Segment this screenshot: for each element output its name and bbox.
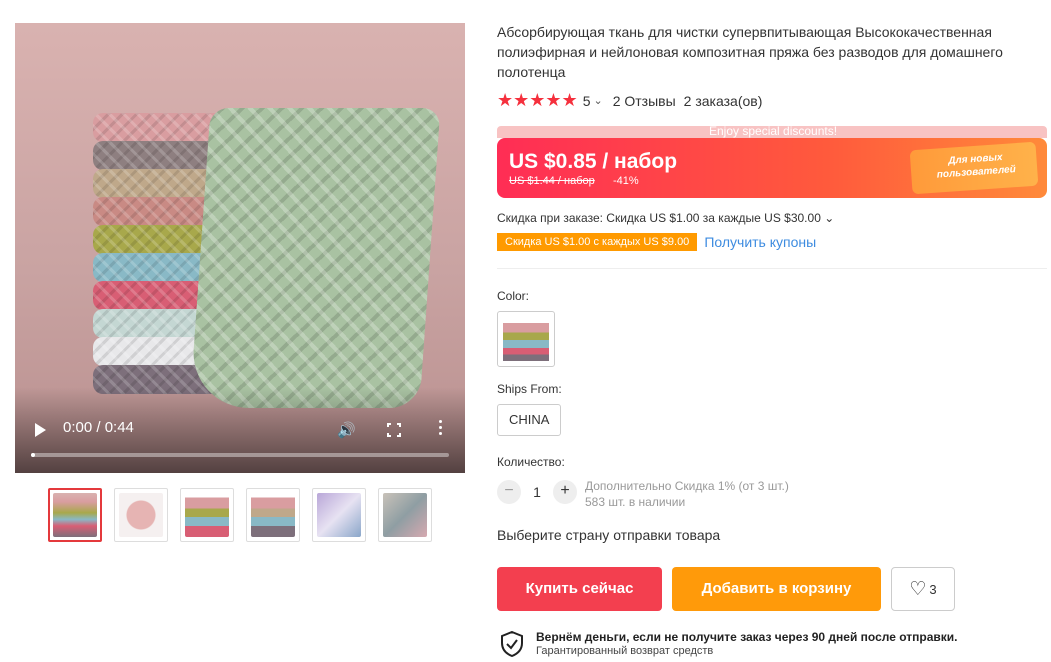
video-time: 0:00 / 0:44	[63, 419, 134, 436]
plus-button[interactable]: +	[553, 480, 577, 504]
product-title: Абсорбирующая ткань для чистки супервпит…	[497, 24, 1003, 80]
thumbnail-3[interactable]	[180, 488, 234, 542]
ships-from-option[interactable]: CHINA	[497, 404, 562, 436]
thumbnail-5[interactable]	[312, 488, 366, 542]
coupon-row: Скидка US $1.00 с каждых US $9.00 Получи…	[497, 233, 816, 251]
more-vertical-icon[interactable]	[439, 420, 443, 438]
orders-count: 2 заказа(ов)	[683, 92, 763, 109]
get-coupons-link[interactable]: Получить купоны	[704, 234, 816, 250]
quantity-stepper: − 1 +	[497, 480, 577, 504]
thumbnail-image	[383, 493, 427, 537]
thumbnail-strip	[48, 488, 432, 542]
volume-icon[interactable]: 🔊	[337, 421, 356, 439]
promo-top-strip: Enjoy special discounts!	[497, 124, 1047, 138]
thumbnail-6[interactable]	[378, 488, 432, 542]
guarantee-text: Вернём деньги, если не получите заказ че…	[536, 630, 958, 657]
thumbnail-2[interactable]	[114, 488, 168, 542]
video-progress-bar[interactable]	[31, 453, 449, 457]
thumbnail-image	[251, 493, 295, 537]
shield-check-icon	[501, 631, 523, 657]
quantity-info: Дополнительно Скидка 1% (от 3 шт.) 583 ш…	[585, 478, 789, 510]
reviews-link[interactable]: 2 Отзывы	[613, 93, 676, 109]
star-rating-icon: ★★★★★	[497, 90, 578, 110]
current-price: US $0.85 / набор	[509, 150, 678, 173]
new-user-text: Для новых пользователей	[936, 151, 1017, 181]
video-controls: 0:00 / 0:44 🔊	[15, 387, 465, 473]
guarantee-block: Вернём деньги, если не получите заказ че…	[500, 630, 958, 657]
coupon-tag: Скидка US $1.00 с каждых US $9.00	[497, 233, 698, 251]
fullscreen-icon[interactable]	[387, 423, 401, 437]
price-panel: US $0.85 / набор US $1.44 / набор -41% Д…	[497, 138, 1047, 198]
thumbnail-image	[185, 493, 229, 537]
price-banner: Enjoy special discounts! US $0.85 / набо…	[497, 124, 1047, 198]
thumbnail-image	[317, 493, 361, 537]
thumbnail-image	[53, 493, 97, 537]
thumbnail-1[interactable]	[48, 488, 102, 542]
guarantee-title: Вернём деньги, если не получите заказ че…	[536, 630, 958, 644]
minus-button[interactable]: −	[497, 480, 521, 504]
old-price: US $1.44 / набор	[509, 175, 595, 187]
product-video[interactable]: 0:00 / 0:44 🔊	[15, 23, 465, 473]
color-label: Color:	[497, 289, 530, 303]
product-info: Абсорбирующая ткань для чистки супервпит…	[497, 22, 1047, 111]
wishlist-count: 3	[929, 581, 937, 597]
add-to-cart-button[interactable]: Добавить в корзину	[672, 567, 881, 611]
quantity-discount: Дополнительно Скидка 1% (от 3 шт.)	[585, 479, 789, 493]
order-discount[interactable]: Скидка при заказе: Скидка US $1.00 за ка…	[497, 211, 834, 225]
new-user-badge: Для новых пользователей	[909, 141, 1039, 195]
thumbnail-image	[119, 493, 163, 537]
promo-top-text: Enjoy special discounts!	[709, 124, 838, 138]
play-icon[interactable]	[35, 423, 46, 437]
buy-now-button[interactable]: Купить сейчас	[497, 567, 662, 611]
rating-row: ★★★★★ 5 ⌄ 2 Отзывы 2 заказа(ов)	[497, 90, 1047, 111]
quantity-value[interactable]: 1	[521, 484, 553, 500]
stock-count: 583 шт. в наличии	[585, 495, 686, 509]
thumbnail-4[interactable]	[246, 488, 300, 542]
ships-from-label: Ships From:	[497, 382, 562, 396]
quantity-label: Количество:	[497, 455, 565, 469]
choose-country-text: Выберите страну отправки товара	[497, 527, 721, 543]
chevron-down-icon: ⌄	[820, 211, 835, 225]
heart-icon: ♡	[909, 578, 927, 600]
video-progress-fill	[31, 453, 36, 457]
wishlist-button[interactable]: ♡ 3	[891, 567, 955, 611]
color-option[interactable]	[497, 311, 555, 367]
color-option-image	[503, 317, 549, 361]
guarantee-subtitle: Гарантированный возврат средств	[536, 645, 714, 657]
discount-percent: -41%	[613, 175, 639, 187]
green-towel-image	[189, 108, 441, 408]
chevron-down-icon[interactable]: ⌄	[593, 94, 602, 107]
rating-score[interactable]: 5	[583, 93, 591, 109]
divider	[497, 268, 1047, 269]
